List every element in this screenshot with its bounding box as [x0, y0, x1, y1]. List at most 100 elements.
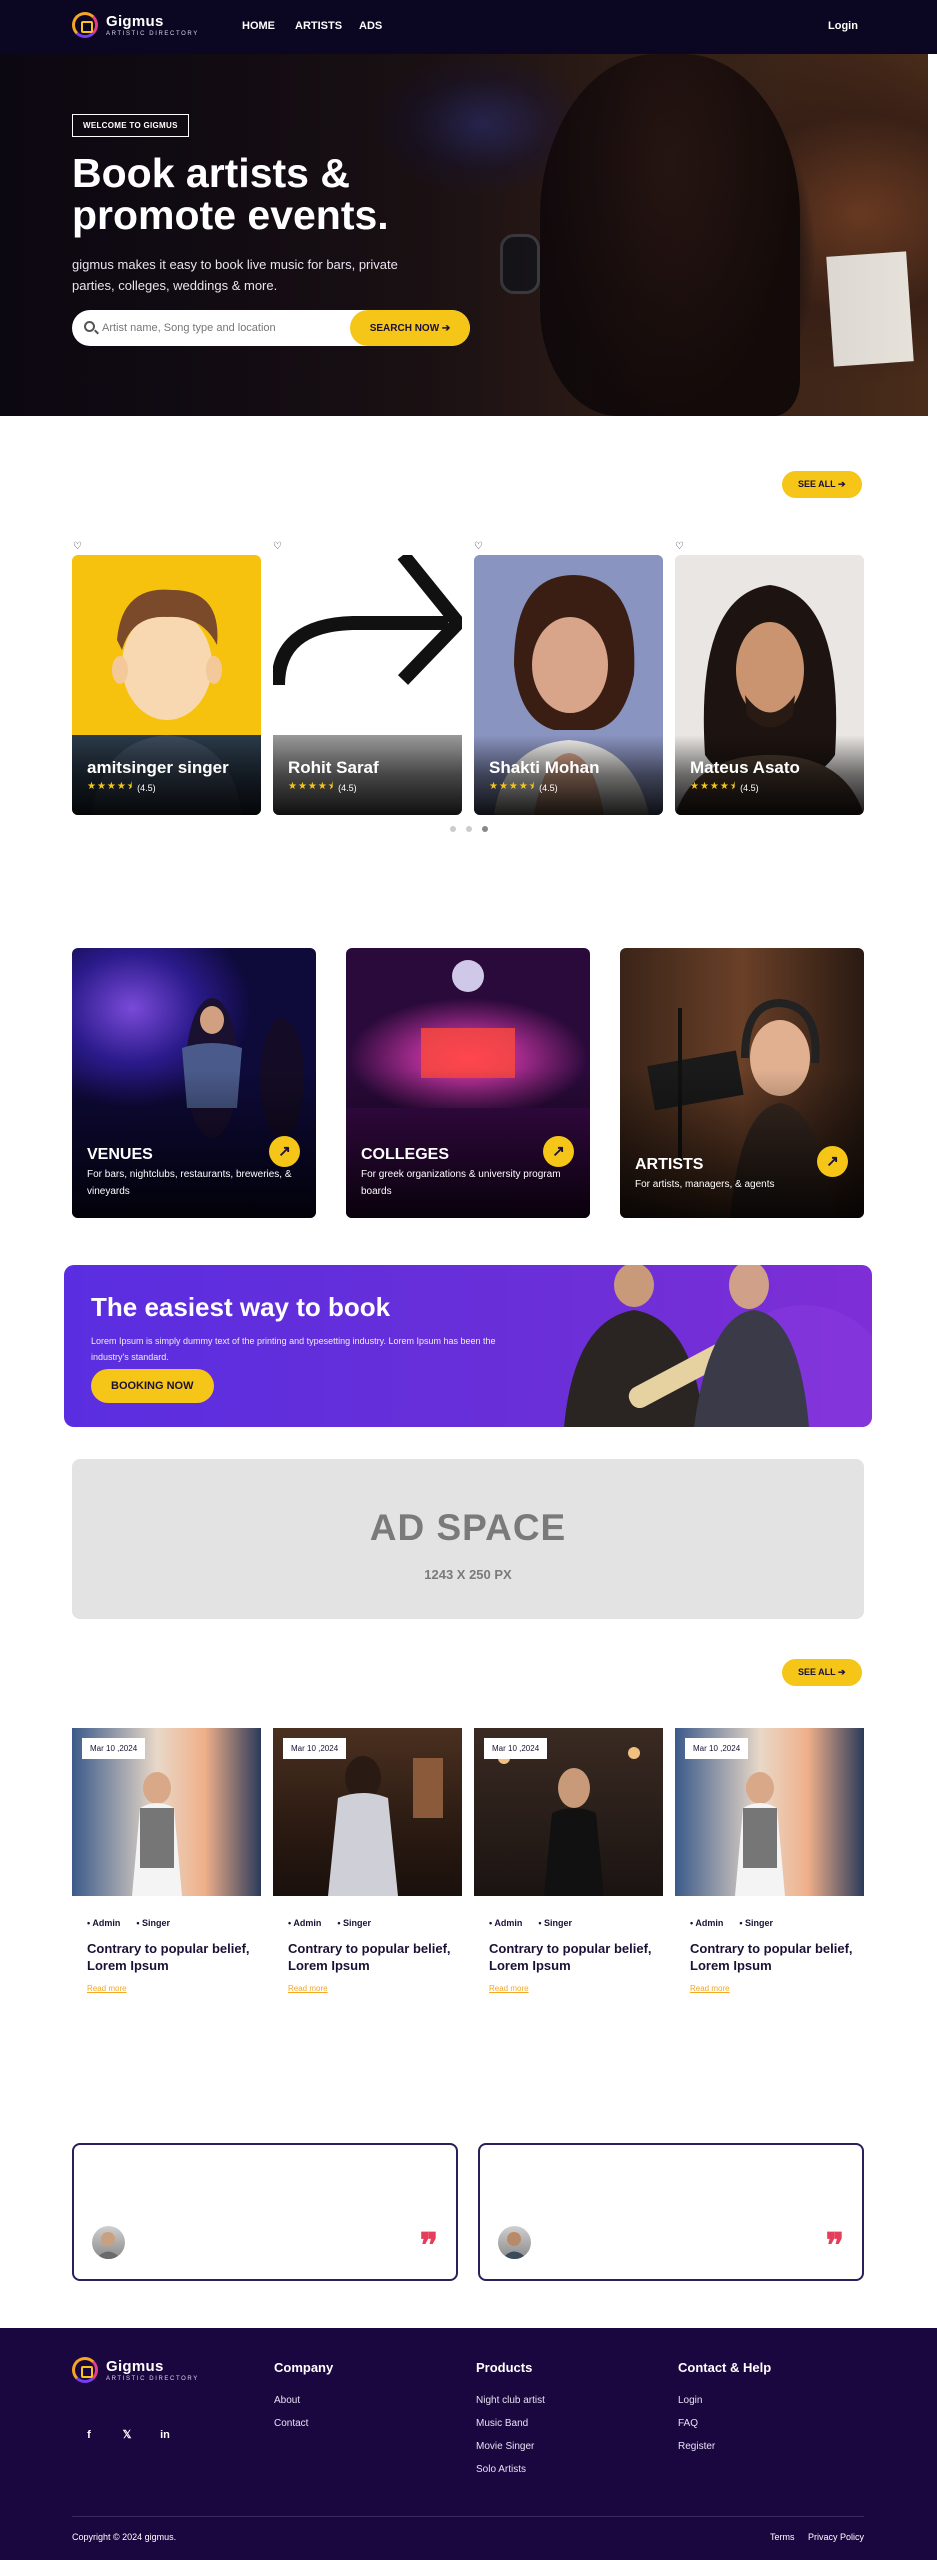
copyright-text: Copyright © 2024 gigmus. [72, 2532, 177, 2542]
blog-author: • Admin [690, 1918, 724, 1928]
footer-contact-heading: Contact & Help [678, 2360, 772, 2375]
brand-name: Gigmus [106, 2358, 164, 2375]
search-icon [84, 321, 95, 332]
welcome-badge: WELCOME TO GIGMUS [72, 114, 189, 137]
footer-divider [72, 2516, 864, 2517]
blog-image: Mar 10 ,2024 [273, 1728, 462, 1896]
blog-image: Mar 10 ,2024 [474, 1728, 663, 1896]
footer-link-register[interactable]: Register [678, 2441, 715, 2452]
category-title: VENUES [87, 1146, 153, 1163]
brand-tagline: ARTISTIC DIRECTORY [106, 2376, 199, 2382]
category-card-venues[interactable]: VENUES For bars, nightclubs, restaurants… [72, 948, 316, 1218]
brand-logo[interactable]: Gigmus ARTISTIC DIRECTORY [72, 12, 199, 38]
terms-link[interactable]: Terms [770, 2532, 795, 2542]
promo-banner: The easiest way to book Lorem Ipsum is s… [64, 1265, 872, 1427]
carousel-dot-active[interactable] [482, 826, 488, 832]
blog-title: Contrary to popular belief, Lorem Ipsum [288, 1941, 451, 1973]
artist-card[interactable]: amitsinger singer ★★★★⯨ (4.5) [72, 555, 261, 815]
nav-home[interactable]: HOME [242, 20, 275, 32]
favorite-heart-icon[interactable]: ♡ [273, 542, 283, 552]
footer-link-login[interactable]: Login [678, 2395, 702, 2406]
artist-rating: (4.5) [338, 782, 357, 793]
artist-card[interactable]: Rohit Saraf ★★★★⯨ (4.5) [273, 555, 462, 815]
rating-stars-icon: ★★★★⯨ [489, 781, 536, 792]
nav-artists[interactable]: ARTISTS [295, 20, 342, 32]
avatar [498, 2226, 531, 2259]
rating-stars-icon: ★★★★⯨ [87, 781, 134, 792]
brand-tagline: ARTISTIC DIRECTORY [106, 31, 199, 37]
blog-date: Mar 10 ,2024 [685, 1738, 749, 1759]
favorite-heart-icon[interactable]: ♡ [474, 542, 484, 552]
nav-ads[interactable]: ADS [359, 20, 382, 32]
footer-products-heading: Products [476, 2360, 533, 2375]
arrow-up-right-icon[interactable]: ↗ [269, 1136, 300, 1167]
read-more-link[interactable]: Read more [288, 1984, 328, 1993]
arrow-up-right-icon[interactable]: ↗ [817, 1146, 848, 1177]
search-now-button[interactable]: SEARCH NOW ➔ [350, 310, 470, 346]
blog-author: • Admin [489, 1918, 523, 1928]
artist-name: Shakti Mohan [489, 758, 600, 777]
rating-stars-icon: ★★★★⯨ [288, 781, 335, 792]
arrow-up-right-icon[interactable]: ↗ [543, 1136, 574, 1167]
blog-image: Mar 10 ,2024 [675, 1728, 864, 1896]
blog-date: Mar 10 ,2024 [484, 1738, 548, 1759]
blog-card[interactable]: Mar 10 ,2024 • Admin • Singer Contrary to… [675, 1728, 864, 1993]
blog-tag: • Singer [337, 1918, 371, 1928]
logo-icon [72, 2357, 98, 2383]
category-title: ARTISTS [635, 1156, 704, 1173]
blog-tag: • Singer [136, 1918, 170, 1928]
top-navbar: Gigmus ARTISTIC DIRECTORY HOME ARTISTS A… [0, 0, 937, 54]
blog-title: Contrary to popular belief, Lorem Ipsum [87, 1941, 250, 1973]
carousel-dot[interactable] [466, 826, 472, 832]
blog-author: • Admin [288, 1918, 322, 1928]
category-card-colleges[interactable]: COLLEGES For greek organizations & unive… [346, 948, 590, 1218]
privacy-policy-link[interactable]: Privacy Policy [808, 2532, 864, 2542]
linkedin-icon[interactable]: in [156, 2426, 174, 2444]
blog-title: Contrary to popular belief, Lorem Ipsum [489, 1941, 652, 1973]
ad-title: AD SPACE [369, 1507, 567, 1548]
read-more-link[interactable]: Read more [690, 1984, 730, 1993]
x-twitter-icon[interactable]: 𝕏 [118, 2426, 136, 2444]
artists-see-all-button[interactable]: SEE ALL ➔ [782, 471, 862, 498]
search-bar: SEARCH NOW ➔ [72, 310, 470, 346]
artist-name: amitsinger singer [87, 758, 229, 777]
artist-name: Rohit Saraf [288, 758, 379, 777]
footer-link-night-club-artist[interactable]: Night club artist [476, 2395, 545, 2406]
blog-card[interactable]: Mar 10 ,2024 • Admin • Singer Contrary to… [273, 1728, 462, 1993]
blog-card[interactable]: Mar 10 ,2024 • Admin • Singer Contrary to… [474, 1728, 663, 1993]
blog-date: Mar 10 ,2024 [82, 1738, 146, 1759]
avatar [92, 2226, 125, 2259]
blog-date: Mar 10 ,2024 [283, 1738, 347, 1759]
artist-card[interactable]: Mateus Asato ★★★★⯨ (4.5) [675, 555, 864, 815]
blog-author: • Admin [87, 1918, 121, 1928]
footer-link-movie-singer[interactable]: Movie Singer [476, 2441, 534, 2452]
login-link[interactable]: Login [828, 20, 858, 32]
facebook-icon[interactable]: f [80, 2426, 98, 2444]
read-more-link[interactable]: Read more [87, 1984, 127, 1993]
favorite-heart-icon[interactable]: ♡ [675, 542, 685, 552]
footer-link-music-band[interactable]: Music Band [476, 2418, 528, 2429]
booking-now-button[interactable]: BOOKING NOW [91, 1369, 214, 1403]
category-card-artists[interactable]: ARTISTS For artists, managers, & agents … [620, 948, 864, 1218]
artist-rating: (4.5) [740, 782, 759, 793]
carousel-dots [450, 826, 488, 832]
footer-link-contact[interactable]: Contact [274, 2418, 308, 2429]
blog-see-all-button[interactable]: SEE ALL ➔ [782, 1659, 862, 1686]
category-description: For bars, nightclubs, restaurants, brewe… [87, 1169, 292, 1197]
category-description: For artists, managers, & agents [635, 1179, 775, 1190]
favorite-heart-icon[interactable]: ♡ [73, 542, 83, 552]
ad-space[interactable]: AD SPACE 1243 X 250 PX [72, 1459, 864, 1619]
footer-company-heading: Company [274, 2360, 334, 2375]
footer-link-faq[interactable]: FAQ [678, 2418, 698, 2429]
artist-card[interactable]: Shakti Mohan ★★★★⯨ (4.5) [474, 555, 663, 815]
footer-brand-logo[interactable]: Gigmus ARTISTIC DIRECTORY [72, 2357, 199, 2383]
artist-name: Mateus Asato [690, 758, 800, 777]
footer-link-about[interactable]: About [274, 2395, 300, 2406]
rating-stars-icon: ★★★★⯨ [690, 781, 737, 792]
hero-subtitle: gigmus makes it easy to book live music … [72, 257, 398, 293]
footer-link-solo-artists[interactable]: Solo Artists [476, 2464, 526, 2475]
read-more-link[interactable]: Read more [489, 1984, 529, 1993]
carousel-dot[interactable] [450, 826, 456, 832]
blog-card[interactable]: Mar 10 ,2024 • Admin • Singer Contrary to… [72, 1728, 261, 1993]
blog-image: Mar 10 ,2024 [72, 1728, 261, 1896]
